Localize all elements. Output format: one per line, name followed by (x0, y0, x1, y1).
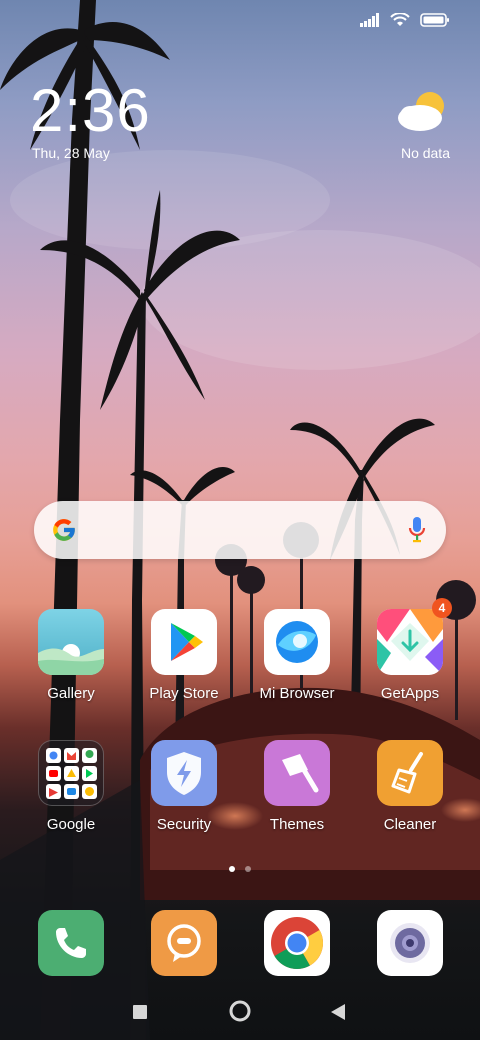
back-button[interactable] (330, 1003, 346, 1021)
chrome-icon (271, 917, 323, 969)
battery-icon (420, 13, 449, 27)
play-store-icon (151, 609, 217, 675)
getapps-icon (377, 609, 443, 675)
home-button[interactable] (229, 1000, 251, 1022)
app-gallery[interactable]: Gallery (15, 609, 127, 702)
app-label: Gallery (47, 685, 95, 702)
navigation-bar (0, 990, 480, 1034)
app-cleaner[interactable]: Cleaner (354, 740, 466, 833)
app-label: Play Store (149, 685, 219, 702)
notification-badge: 4 (432, 598, 452, 618)
dock-messaging[interactable] (151, 910, 217, 976)
app-mi-browser[interactable]: Mi Browser (241, 609, 353, 702)
page-dot[interactable] (245, 866, 251, 872)
app-play-store[interactable]: Play Store (128, 609, 240, 702)
app-themes[interactable]: Themes (241, 740, 353, 833)
cleaner-broom-icon (377, 740, 443, 806)
app-label: GetApps (380, 685, 440, 702)
app-label: Security (156, 816, 212, 833)
dock-phone[interactable] (38, 910, 104, 976)
mi-browser-icon (264, 609, 330, 675)
app-label: Themes (269, 816, 325, 833)
clock-date: Thu, 28 May (32, 145, 110, 161)
phone-icon (56, 928, 86, 958)
clock-time[interactable]: 2:36 (30, 80, 151, 142)
app-google-folder[interactable]: Google (15, 740, 127, 833)
dock-chrome[interactable] (264, 910, 330, 976)
security-shield-icon (151, 740, 217, 806)
partly-cloudy-icon[interactable] (396, 88, 450, 134)
app-label: Cleaner (383, 816, 437, 833)
app-label: Google (46, 816, 96, 833)
page-dot-active[interactable] (229, 866, 235, 872)
status-bar (360, 13, 450, 27)
app-label: Mi Browser (259, 685, 335, 702)
page-indicator (0, 866, 480, 872)
camera-icon (390, 923, 430, 963)
app-security[interactable]: Security (128, 740, 240, 833)
dock-camera[interactable] (377, 910, 443, 976)
folder-icon (38, 740, 104, 806)
wifi-icon (390, 13, 410, 26)
themes-brush-icon (264, 740, 330, 806)
mic-icon[interactable] (408, 517, 426, 543)
weather-status: No data (400, 145, 450, 161)
google-g-icon (53, 519, 75, 541)
google-search-bar[interactable] (34, 501, 446, 559)
messaging-icon (167, 924, 201, 962)
gallery-icon (38, 609, 104, 675)
signal-icon (360, 13, 379, 27)
app-getapps[interactable]: 4 GetApps (354, 598, 466, 702)
recents-button[interactable] (132, 1004, 148, 1020)
